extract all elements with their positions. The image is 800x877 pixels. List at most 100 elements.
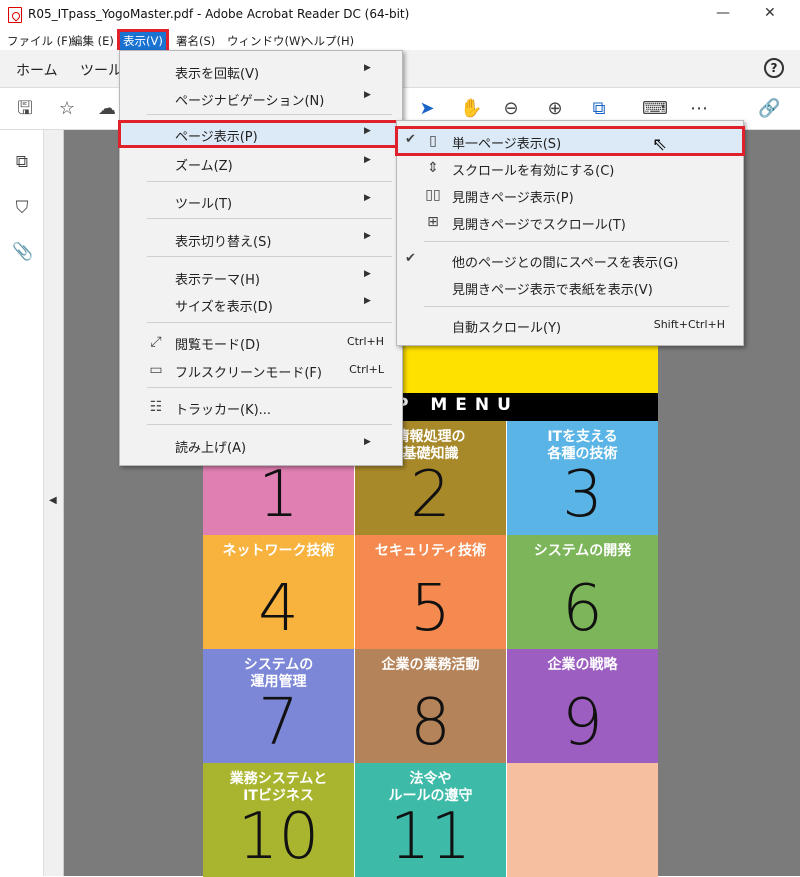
chapter-tile[interactable]: 法令や ルールの遵守 11 bbox=[355, 763, 506, 877]
fit-page-icon[interactable]: ⧉ bbox=[588, 98, 610, 120]
page-thumbnails-icon[interactable]: ⧉ bbox=[12, 152, 32, 174]
zoom-out-icon[interactable]: ⊖ bbox=[500, 98, 522, 120]
menu-banner-text: P MENU bbox=[396, 395, 519, 415]
chapter-tile[interactable]: 企業の業務活動 8 bbox=[355, 649, 506, 763]
menu-read-aloud[interactable]: 読み上げ(A) ▶ bbox=[120, 433, 402, 457]
chapter-tile[interactable]: セキュリティ技術 5 bbox=[355, 535, 506, 649]
menu-sign[interactable]: 署名(S) bbox=[173, 32, 218, 50]
menu-rotate-view[interactable]: 表示を回転(V) ▶ bbox=[120, 59, 402, 83]
menu-display-theme[interactable]: 表示テーマ(H) ▶ bbox=[120, 265, 402, 289]
title-bar: R05_ITpass_YogoMaster.pdf - Adobe Acroba… bbox=[0, 0, 800, 30]
chapter-number: 6 bbox=[562, 572, 603, 646]
chapter-number: 7 bbox=[258, 686, 299, 760]
monitor-icon: ▭ bbox=[149, 362, 163, 378]
window-title: R05_ITpass_YogoMaster.pdf - Adobe Acroba… bbox=[28, 7, 410, 21]
menu-bar: ファイル (F) 編集 (E) 表示(V) 署名(S) ウィンドウ(W) ヘルプ… bbox=[0, 29, 800, 53]
submenu-two-page-scroll[interactable]: ⊞ 見開きページでスクロール(T) bbox=[397, 209, 743, 235]
single-page-icon: ▯ bbox=[429, 133, 437, 149]
submenu-arrow-icon: ▶ bbox=[364, 90, 371, 100]
submenu-enable-scrolling[interactable]: ⇕ スクロールを有効にする(C) bbox=[397, 155, 743, 181]
menu-window[interactable]: ウィンドウ(W) bbox=[224, 32, 308, 50]
chapter-number: 4 bbox=[258, 572, 299, 646]
submenu-arrow-icon: ▶ bbox=[364, 193, 371, 203]
menu-tracker[interactable]: ☷ トラッカー(K)... bbox=[120, 395, 402, 419]
chapter-number: 9 bbox=[562, 686, 603, 760]
menu-tools[interactable]: ツール(T) ▶ bbox=[120, 189, 402, 213]
menu-zoom[interactable]: ズーム(Z) ▶ bbox=[120, 151, 402, 175]
menu-page-display[interactable]: ページ表示(P) ▶ bbox=[118, 120, 404, 148]
menu-separator bbox=[147, 322, 392, 323]
menu-separator bbox=[147, 114, 392, 115]
chapter-tile[interactable]: システムの開発 6 bbox=[507, 535, 658, 649]
collapse-arrow-icon[interactable]: ◀ bbox=[49, 495, 57, 506]
scroll-page-icon: ⇕ bbox=[427, 160, 439, 176]
zoom-in-icon[interactable]: ⊕ bbox=[544, 98, 566, 120]
keyboard-scroll-icon[interactable]: ⌨ bbox=[642, 98, 668, 120]
chapter-tile[interactable] bbox=[507, 763, 658, 877]
chapter-tile[interactable]: システムの 運用管理 7 bbox=[203, 649, 354, 763]
checkmark-icon: ✔ bbox=[405, 132, 416, 147]
submenu-arrow-icon: ▶ bbox=[364, 269, 371, 279]
tab-home[interactable]: ホーム bbox=[16, 60, 58, 80]
chapter-title: システムの開発 bbox=[533, 543, 632, 559]
more-tools-icon[interactable]: ⋯ bbox=[688, 98, 710, 120]
chapter-number: 3 bbox=[562, 458, 603, 532]
bookmark-star-icon[interactable]: ☆ bbox=[56, 98, 78, 120]
submenu-auto-scroll[interactable]: 自動スクロール(Y) Shift+Ctrl+H bbox=[397, 312, 743, 338]
side-panel-toggle[interactable]: ◀ bbox=[44, 130, 64, 876]
help-icon[interactable]: ? bbox=[764, 58, 784, 78]
menu-separator bbox=[147, 387, 392, 388]
submenu-arrow-icon: ▶ bbox=[364, 155, 371, 165]
select-cursor-icon[interactable]: ➤ bbox=[416, 98, 438, 120]
menu-read-mode[interactable]: ⤢ 閲覧モード(D) Ctrl+H bbox=[120, 330, 402, 354]
share-link-icon[interactable]: 🔗 bbox=[758, 98, 780, 120]
page-display-submenu: ✔ ▯ 単一ページ表示(S) ⇕ スクロールを有効にする(C) ▯▯ 見開きペー… bbox=[395, 120, 745, 346]
menu-view[interactable]: 表示(V) bbox=[117, 29, 169, 53]
menu-help[interactable]: ヘルプ(H) bbox=[299, 32, 357, 50]
read-mode-icon: ⤢ bbox=[150, 334, 162, 350]
chapter-number: 1 bbox=[258, 458, 299, 532]
bookmark-icon[interactable]: ⛉ bbox=[12, 198, 32, 220]
view-menu-dropdown: 表示を回転(V) ▶ ページナビゲーション(N) ▶ ページ表示(P) ▶ ズーム(Z… bbox=[118, 50, 404, 466]
submenu-separator bbox=[424, 306, 729, 307]
chapter-number: 5 bbox=[410, 572, 451, 646]
menu-page-navigation[interactable]: ページナビゲーション(N) ▶ bbox=[120, 86, 402, 110]
chapter-number: 10 bbox=[237, 800, 320, 874]
menu-fullscreen[interactable]: ▭ フルスクリーンモード(F) Ctrl+L bbox=[120, 358, 402, 382]
submenu-single-page[interactable]: ✔ ▯ 単一ページ表示(S) bbox=[395, 126, 745, 156]
close-button[interactable]: ✕ bbox=[764, 5, 776, 21]
menu-edit[interactable]: 編集 (E) bbox=[68, 32, 117, 50]
chapter-tile[interactable]: ネットワーク技術 4 bbox=[203, 535, 354, 649]
chapter-title: 企業の戦略 bbox=[547, 657, 618, 673]
submenu-arrow-icon: ▶ bbox=[364, 437, 371, 447]
menu-show-hide[interactable]: 表示切り替え(S) ▶ bbox=[120, 227, 402, 251]
chapter-number: 8 bbox=[410, 686, 451, 760]
chapter-title: 企業の業務活動 bbox=[381, 657, 480, 673]
tab-tools[interactable]: ツール bbox=[80, 60, 122, 80]
submenu-two-page[interactable]: ▯▯ 見開きページ表示(P) bbox=[397, 182, 743, 208]
submenu-show-cover[interactable]: 見開きページ表示で表紙を表示(V) bbox=[397, 274, 743, 300]
attachment-icon[interactable]: 📎 bbox=[12, 242, 33, 264]
chapter-title: セキュリティ技術 bbox=[374, 543, 487, 559]
mouse-cursor-icon: ⇖ bbox=[652, 134, 668, 155]
chapter-tile[interactable]: 業務システムと ITビジネス 10 bbox=[203, 763, 354, 877]
submenu-arrow-icon: ▶ bbox=[364, 231, 371, 241]
hand-tool-icon[interactable]: ✋ bbox=[460, 98, 482, 120]
chapter-tile[interactable]: ITを支える 各種の技術 3 bbox=[507, 421, 658, 535]
left-nav-rail: ⧉ ⛉ 📎 bbox=[0, 130, 44, 876]
upload-cloud-icon[interactable]: ☁ bbox=[96, 98, 118, 120]
tracker-icon: ☷ bbox=[149, 399, 163, 415]
chapter-number: 11 bbox=[389, 800, 472, 874]
save-icon[interactable]: 🖫 bbox=[14, 98, 36, 120]
menu-file[interactable]: ファイル (F) bbox=[4, 32, 75, 50]
submenu-separator bbox=[424, 241, 729, 242]
minimize-button[interactable]: — bbox=[716, 5, 730, 21]
menu-separator bbox=[147, 424, 392, 425]
menu-separator bbox=[147, 218, 392, 219]
submenu-arrow-icon: ▶ bbox=[364, 126, 371, 136]
two-page-icon: ▯▯ bbox=[425, 187, 441, 203]
menu-display-size[interactable]: サイズを表示(D) ▶ bbox=[120, 292, 402, 316]
submenu-arrow-icon: ▶ bbox=[364, 296, 371, 306]
chapter-tile[interactable]: 企業の戦略 9 bbox=[507, 649, 658, 763]
submenu-show-gaps[interactable]: ✔ 他のページとの間にスペースを表示(G) bbox=[397, 247, 743, 273]
